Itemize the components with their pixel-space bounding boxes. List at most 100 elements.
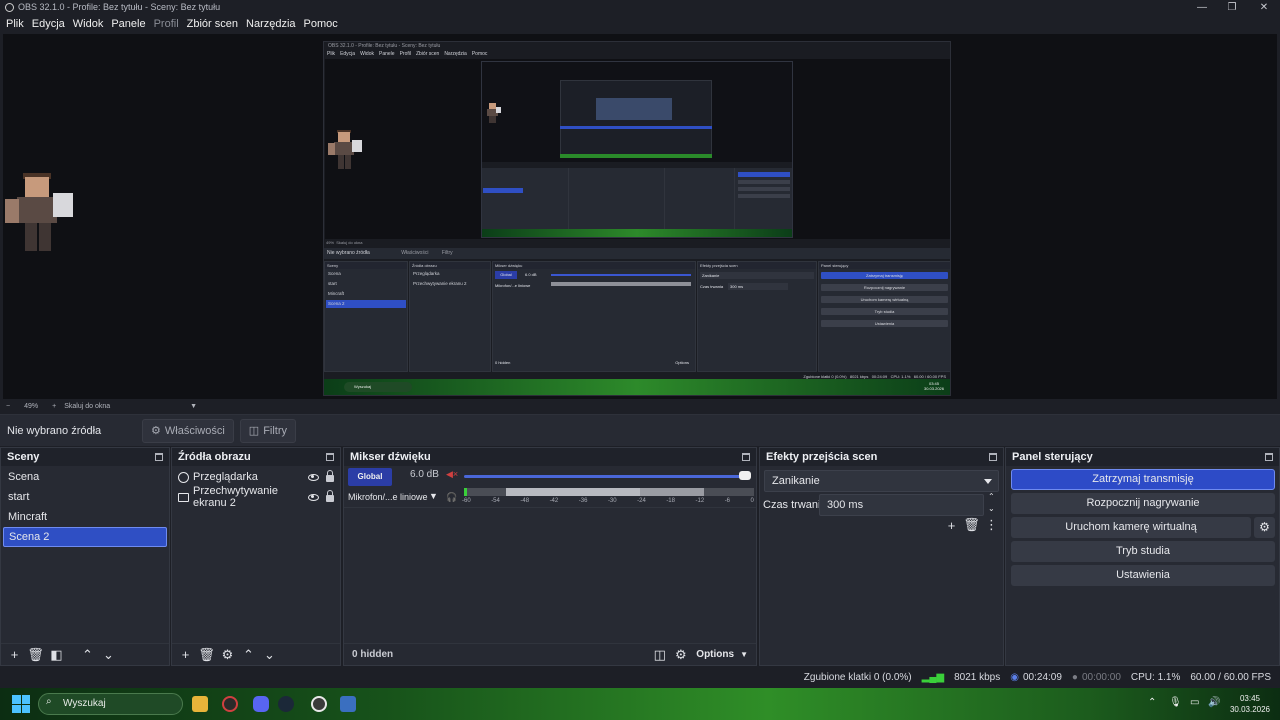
gear-icon[interactable]: ⚙ bbox=[1254, 517, 1275, 538]
scene-item[interactable]: Mincraft bbox=[3, 507, 167, 527]
hidden-count[interactable]: 0 hidden bbox=[352, 649, 648, 660]
menu-edit[interactable]: Edycja bbox=[28, 18, 69, 30]
source-item[interactable]: Przechwytywanie ekranu 2 bbox=[172, 485, 340, 509]
clock[interactable]: 03:45 30.03.2026 bbox=[1228, 693, 1272, 715]
advanced-audio-icon[interactable]: ⚙ bbox=[671, 646, 690, 664]
properties-button[interactable]: ⚙ Właściwości bbox=[142, 418, 234, 443]
title-bar: OBS 32.1.0 - Profile: Bez tytułu - Sceny… bbox=[0, 0, 1280, 14]
menu-tools[interactable]: Narzędzia bbox=[242, 18, 300, 30]
remove-source-button[interactable]: 🗑 bbox=[197, 646, 216, 664]
no-source-label: Nie wybrano źródła bbox=[7, 424, 102, 437]
undock-icon[interactable] bbox=[326, 453, 334, 461]
layout-toggle-icon[interactable]: ◫ bbox=[650, 646, 669, 664]
nested-mixer-dock: Mikser dźwięku Global 6.0 dB Mikrofon/..… bbox=[492, 261, 696, 372]
lock-icon[interactable] bbox=[326, 490, 334, 502]
volume-icon[interactable]: 🔊 bbox=[1208, 697, 1220, 708]
nested-menu-item: Profil bbox=[399, 51, 411, 57]
opera-icon[interactable] bbox=[222, 696, 238, 712]
menu-help[interactable]: Pomoc bbox=[300, 18, 342, 30]
record-time: 00:00:00 bbox=[1081, 672, 1121, 683]
undock-icon[interactable] bbox=[989, 453, 997, 461]
spin-down-icon[interactable]: ⌄ bbox=[988, 504, 995, 513]
zoom-in-button[interactable]: + bbox=[52, 403, 56, 410]
chevron-up-icon[interactable]: ⌃ bbox=[1148, 697, 1156, 708]
muted-speaker-icon[interactable]: ◀× bbox=[446, 469, 458, 480]
source-item[interactable]: Przeglądarka bbox=[172, 467, 340, 487]
menu-profile[interactable]: Profil bbox=[150, 18, 183, 30]
search-icon: ⌕ bbox=[46, 696, 52, 707]
volume-slider[interactable] bbox=[464, 475, 747, 478]
obs-taskbar-icon[interactable] bbox=[311, 696, 327, 712]
discord-icon[interactable] bbox=[253, 696, 269, 712]
transitions-title: Efekty przejścia scen bbox=[766, 451, 878, 463]
zoom-mode[interactable]: Skaluj do okna bbox=[64, 403, 110, 410]
scene-item[interactable]: Scena bbox=[3, 467, 167, 487]
start-virtual-camera-button[interactable]: Uruchom kamerę wirtualną bbox=[1011, 517, 1251, 538]
remove-transition-button[interactable]: 🗑 bbox=[962, 516, 981, 534]
steam-icon[interactable] bbox=[278, 696, 294, 712]
spin-up-icon[interactable]: ⌃ bbox=[988, 492, 995, 501]
duration-input[interactable]: 300 ms bbox=[819, 494, 984, 516]
menu-view[interactable]: Widok bbox=[69, 18, 108, 30]
preview-area[interactable]: OBS 32.1.0 - Profile: Bez tytułu - Sceny… bbox=[0, 33, 1280, 399]
scenes-dock: Sceny Scena start Mincraft Scena 2 + 🗑 ◧… bbox=[0, 447, 170, 666]
filters-button[interactable]: ◫ Filtry bbox=[239, 418, 297, 443]
nested-source-bar: Nie wybrano źródła Właściwości Filtry bbox=[324, 248, 950, 259]
device-dropdown-icon[interactable]: ▼ bbox=[429, 491, 438, 501]
menu-bar: Plik Edycja Widok Panele Profil Zbiór sc… bbox=[0, 14, 1280, 33]
move-up-button[interactable]: ⌃ bbox=[78, 646, 97, 664]
remove-scene-button[interactable]: 🗑 bbox=[26, 646, 45, 664]
duration-label: Czas trwania bbox=[763, 499, 827, 511]
menu-docks[interactable]: Panele bbox=[107, 18, 149, 30]
zoom-out-button[interactable]: − bbox=[6, 403, 10, 410]
minimize-button[interactable]: — bbox=[1187, 0, 1217, 14]
windows-start-icon[interactable] bbox=[12, 695, 30, 713]
file-explorer-icon[interactable] bbox=[192, 696, 208, 712]
nested-menu-item: Edycja bbox=[340, 51, 356, 57]
maximize-button[interactable]: ❐ bbox=[1217, 0, 1247, 14]
network-icon[interactable]: ▭ bbox=[1190, 697, 1199, 708]
move-down-button[interactable]: ⌄ bbox=[260, 646, 279, 664]
scene-filters-button[interactable]: ◧ bbox=[47, 646, 66, 664]
visibility-eye-icon[interactable] bbox=[308, 473, 319, 481]
zoom-dropdown-icon[interactable]: ▼ bbox=[190, 403, 197, 410]
minecraft-character-image bbox=[327, 129, 363, 173]
transition-menu-icon[interactable]: ⋮ bbox=[982, 516, 1001, 534]
nested-zoom: 49% Skaluj do okna bbox=[326, 240, 363, 245]
preview-canvas[interactable]: OBS 32.1.0 - Profile: Bez tytułu - Sceny… bbox=[3, 34, 1277, 399]
nested-menu-bar: Plik Edycja Widok Panele Profil Zbiór sc… bbox=[324, 50, 950, 58]
stop-streaming-button[interactable]: Zatrzymaj transmisję bbox=[1011, 469, 1275, 490]
lock-icon[interactable] bbox=[326, 470, 334, 482]
add-transition-button[interactable]: + bbox=[942, 516, 961, 534]
transition-select[interactable]: Zanikanie bbox=[764, 470, 999, 492]
source-properties-button[interactable]: ⚙ bbox=[218, 646, 237, 664]
menu-scene-collection[interactable]: Zbiór scen bbox=[183, 18, 242, 30]
microphone-icon[interactable]: 🎙 bbox=[1169, 697, 1182, 708]
app-icon[interactable] bbox=[340, 696, 356, 712]
window-title: OBS 32.1.0 - Profile: Bez tytułu - Sceny… bbox=[18, 2, 221, 12]
menu-file[interactable]: Plik bbox=[2, 18, 28, 30]
close-button[interactable]: ✕ bbox=[1249, 0, 1279, 14]
start-recording-button[interactable]: Rozpocznij nagrywanie bbox=[1011, 493, 1275, 514]
undock-icon[interactable] bbox=[1265, 453, 1273, 461]
visibility-eye-icon[interactable] bbox=[308, 493, 319, 501]
signal-bars-icon: ▂▄▆ bbox=[921, 672, 945, 683]
add-scene-button[interactable]: + bbox=[5, 646, 24, 664]
source-label: Przechwytywanie ekranu 2 bbox=[193, 485, 278, 509]
studio-mode-button[interactable]: Tryb studia bbox=[1011, 541, 1275, 562]
move-up-button[interactable]: ⌃ bbox=[239, 646, 258, 664]
global-channel-button[interactable]: Global bbox=[348, 468, 392, 486]
undock-icon[interactable] bbox=[155, 453, 163, 461]
scene-item[interactable]: start bbox=[3, 487, 167, 507]
settings-button[interactable]: Ustawienia bbox=[1011, 565, 1275, 586]
volume-slider-handle[interactable] bbox=[739, 471, 751, 480]
move-down-button[interactable]: ⌄ bbox=[99, 646, 118, 664]
options-button[interactable]: Options bbox=[696, 649, 734, 660]
taskbar-search[interactable]: Wyszukaj bbox=[38, 693, 183, 715]
scene-item-selected[interactable]: Scena 2 bbox=[3, 527, 167, 547]
options-dropdown-icon[interactable]: ▼ bbox=[740, 650, 748, 659]
undock-icon[interactable] bbox=[742, 453, 750, 461]
add-source-button[interactable]: + bbox=[176, 646, 195, 664]
headphones-icon[interactable]: 🎧 bbox=[446, 492, 457, 503]
nested-obs-capture: OBS 32.1.0 - Profile: Bez tytułu - Sceny… bbox=[323, 41, 951, 396]
